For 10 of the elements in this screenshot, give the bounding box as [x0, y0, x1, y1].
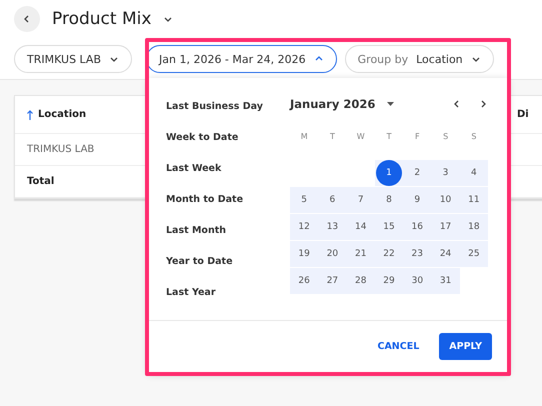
- weekday-label: T: [329, 132, 336, 143]
- weekday-label: S: [442, 132, 450, 143]
- weekday-label: T: [386, 132, 392, 143]
- weekday-label: M: [300, 132, 309, 143]
- weekday-label: W: [356, 132, 366, 143]
- weekday-label: F: [414, 132, 421, 143]
- page-title: Product Mix: [52, 9, 152, 29]
- weekday-label: S: [470, 132, 478, 143]
- total-label: Total: [26, 176, 56, 187]
- table-cell-text: TRIMKUS LAB: [26, 144, 96, 155]
